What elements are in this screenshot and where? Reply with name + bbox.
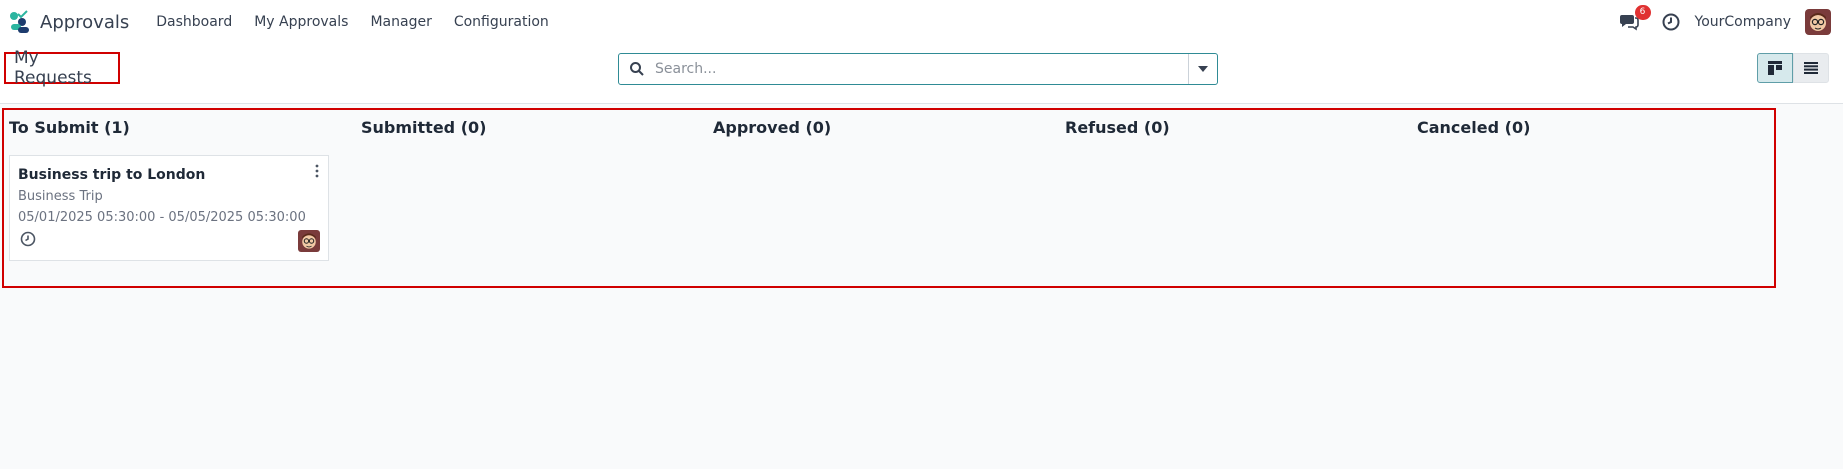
main-menu: Dashboard My Approvals Manager Configura…: [145, 14, 560, 30]
app-name: Approvals: [40, 11, 130, 33]
caret-down-icon: [1198, 66, 1208, 72]
list-view-button[interactable]: [1793, 53, 1829, 83]
kanban-view-button[interactable]: [1757, 53, 1793, 83]
navbar-systray: 6 YourCompany: [1619, 0, 1831, 44]
menu-item-configuration[interactable]: Configuration: [443, 14, 560, 30]
kanban-view-icon: [1768, 61, 1782, 75]
search-input[interactable]: [653, 60, 1177, 78]
control-panel: My Requests: [0, 44, 1843, 104]
menu-item-my-approvals[interactable]: My Approvals: [243, 14, 359, 30]
search-icon: [630, 62, 644, 76]
message-count-badge: 6: [1634, 5, 1651, 20]
card-category: Business Trip: [18, 189, 103, 204]
kanban-column-to-submit: To Submit (1): [9, 118, 130, 137]
view-switcher: [1757, 53, 1829, 83]
kanban-column-refused: Refused (0): [1065, 118, 1170, 137]
approvals-app-icon: [10, 10, 29, 33]
card-title: Business trip to London: [18, 167, 206, 183]
page-title: My Requests: [14, 48, 92, 88]
search-options-toggle[interactable]: [1188, 54, 1217, 84]
kanban-column-canceled: Canceled (0): [1417, 118, 1530, 137]
app-brand[interactable]: Approvals: [8, 10, 129, 34]
menu-item-dashboard[interactable]: Dashboard: [145, 14, 243, 30]
card-dates: 05/01/2025 05:30:00 - 05/05/2025 05:30:0…: [18, 210, 306, 225]
menu-item-manager[interactable]: Manager: [359, 14, 442, 30]
kanban-card[interactable]: Business trip to London Business Trip 05…: [9, 155, 329, 261]
column-title[interactable]: To Submit (1): [9, 118, 130, 137]
breadcrumb: My Requests: [4, 48, 120, 88]
kanban-column-approved: Approved (0): [713, 118, 831, 137]
top-navbar: Approvals Dashboard My Approvals Manager…: [0, 0, 1843, 44]
list-view-icon: [1804, 62, 1818, 74]
company-switcher[interactable]: YourCompany: [1695, 14, 1792, 30]
activity-clock-icon[interactable]: [20, 231, 36, 247]
user-avatar[interactable]: [1805, 9, 1831, 35]
column-title[interactable]: Refused (0): [1065, 118, 1170, 137]
card-dropdown-icon[interactable]: [314, 164, 320, 178]
clock-icon[interactable]: [1661, 12, 1681, 32]
kanban-column-submitted: Submitted (0): [361, 118, 486, 137]
search-bar: [618, 53, 1218, 85]
column-title[interactable]: Approved (0): [713, 118, 831, 137]
card-user-avatar[interactable]: [298, 230, 320, 252]
messages-button[interactable]: 6: [1619, 5, 1651, 33]
column-title[interactable]: Submitted (0): [361, 118, 486, 137]
avatar-image: [1805, 9, 1831, 35]
column-title[interactable]: Canceled (0): [1417, 118, 1530, 137]
avatar-image: [298, 230, 320, 252]
